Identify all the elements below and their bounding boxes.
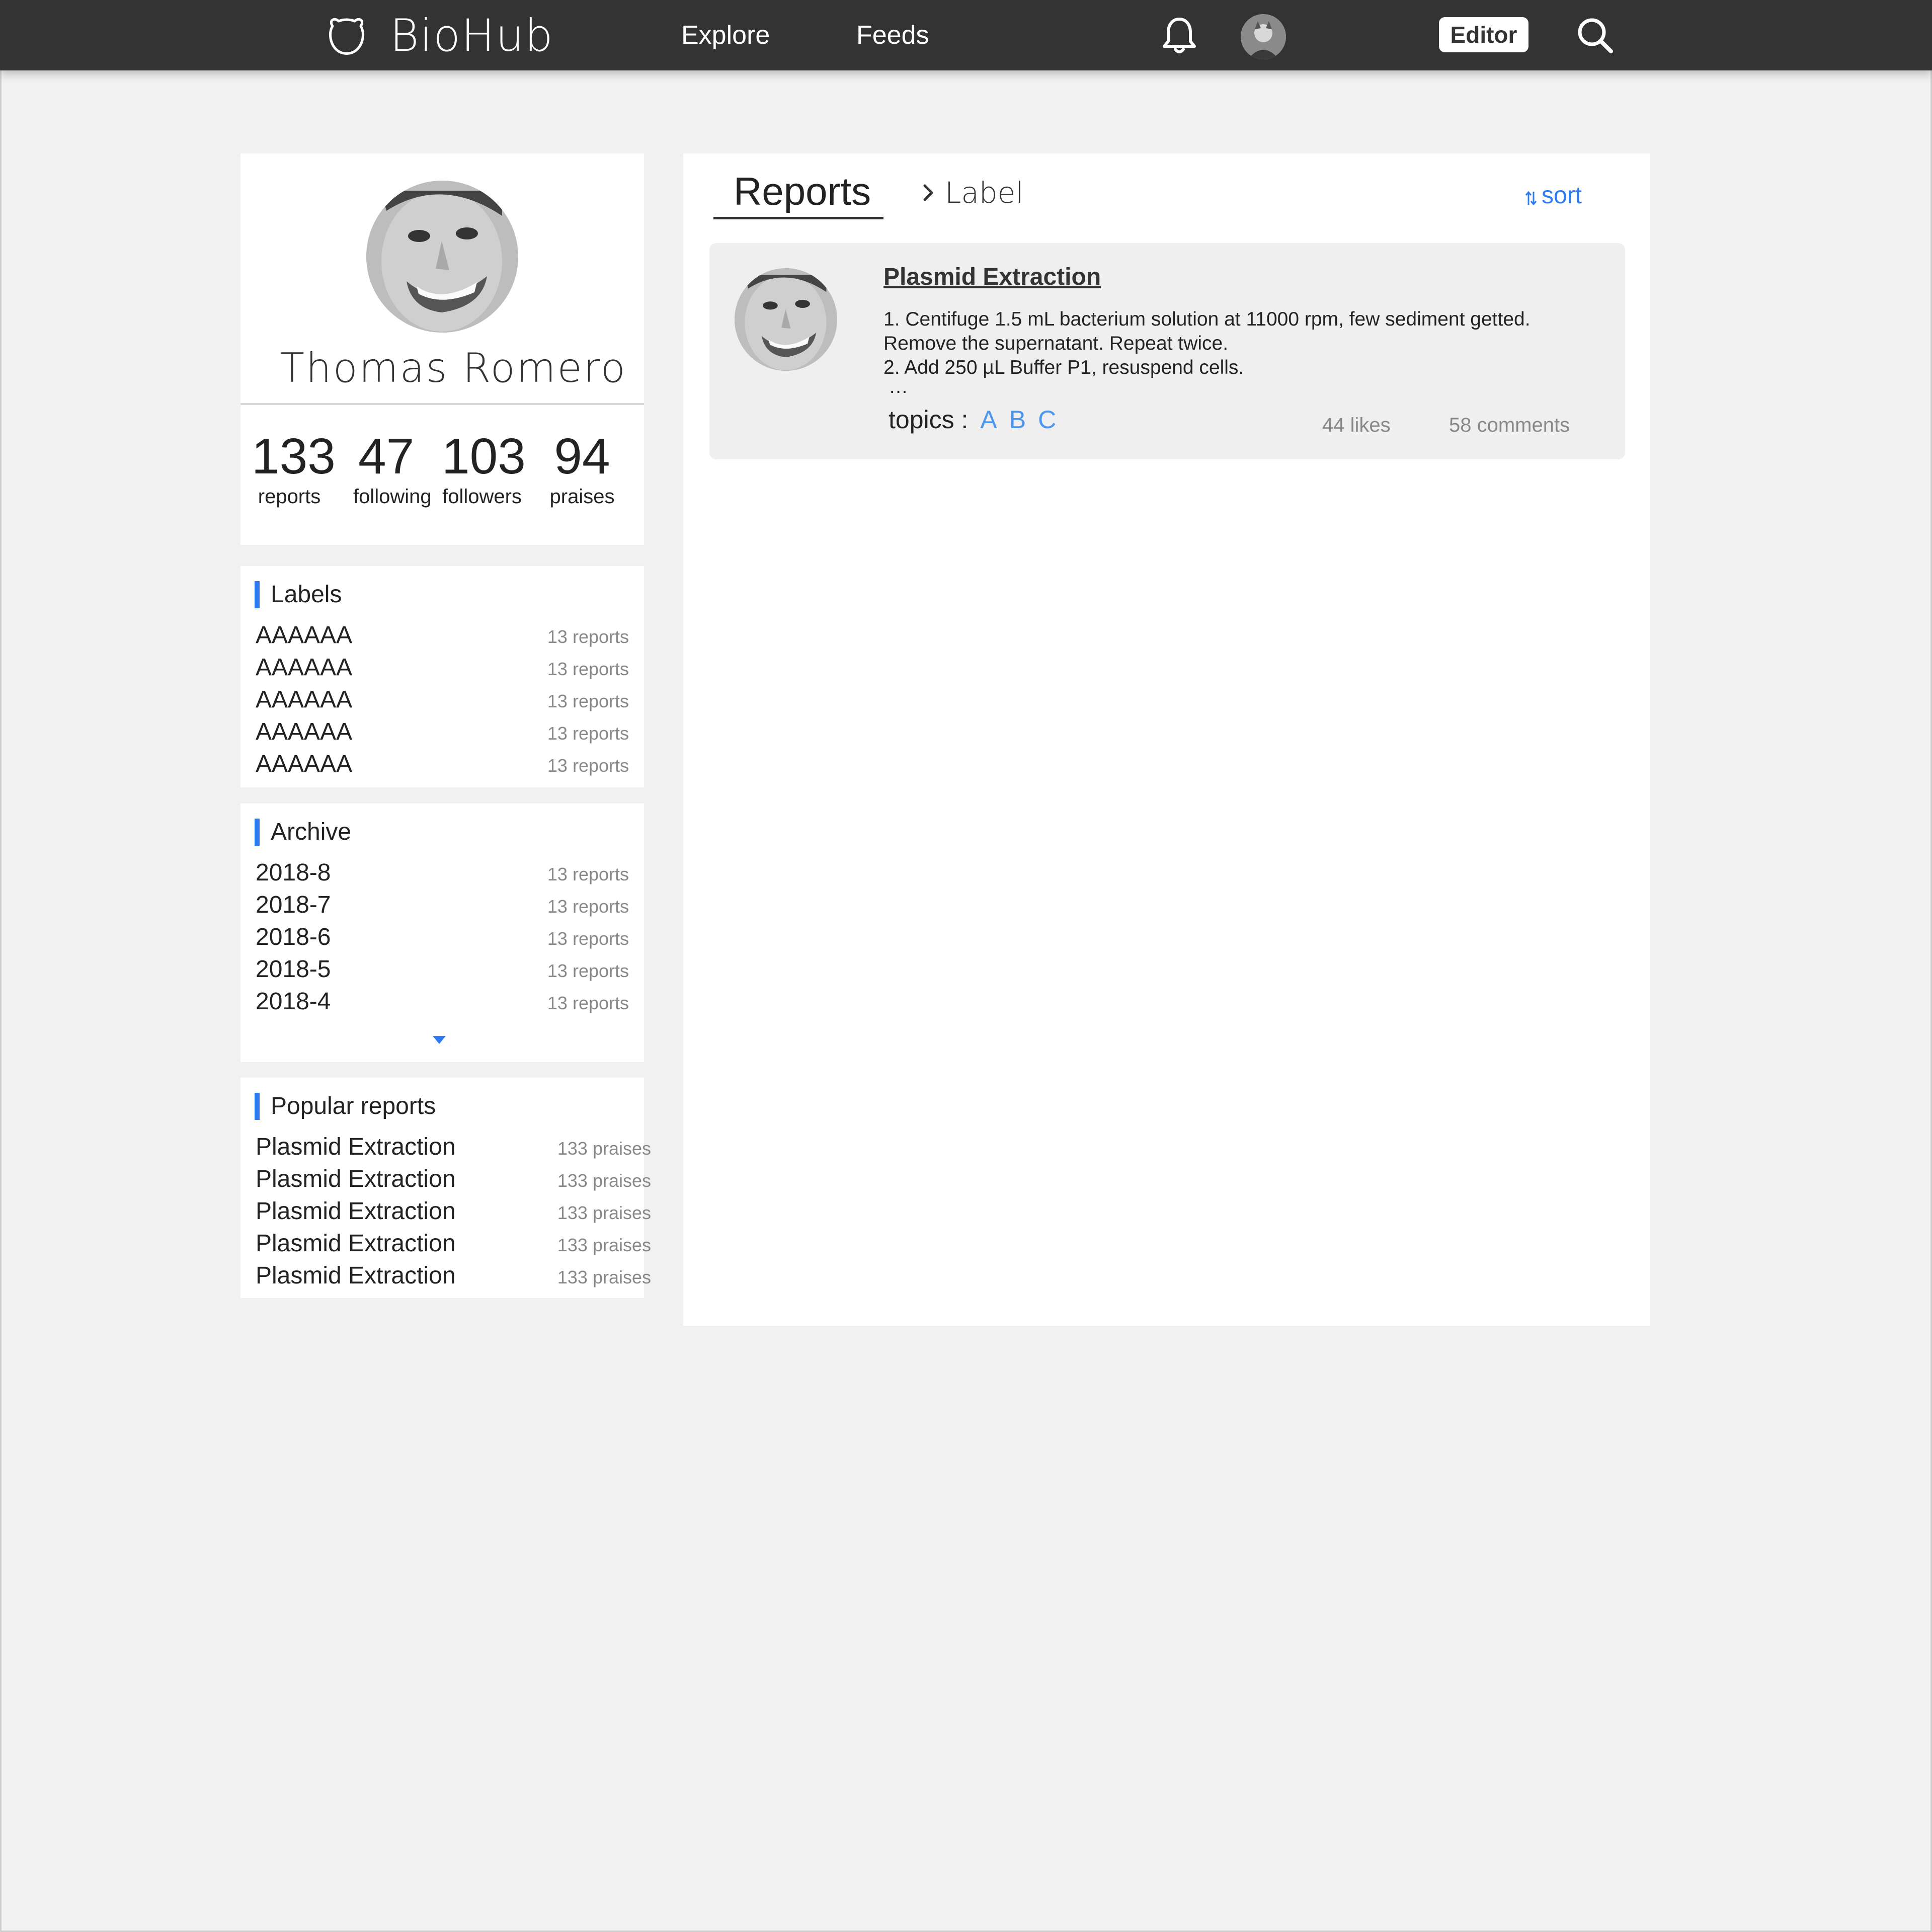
labels-card: Labels AAAAAA 13 reports AAAAAA 13 reports…	[240, 566, 644, 787]
stat-following-value[interactable]: 47	[358, 428, 414, 486]
label-count: 13 reports	[547, 755, 629, 776]
sort-arrows-icon	[1525, 191, 1537, 205]
archive-month: 2018-5	[256, 956, 331, 983]
stat-following-label: following	[353, 486, 432, 508]
label-item[interactable]: AAAAAA 13 reports	[256, 750, 629, 782]
brand-name: BioHub	[390, 9, 554, 61]
archive-item[interactable]: 2018-6 13 reports	[256, 923, 629, 955]
archive-item[interactable]: 2018-4 13 reports	[256, 988, 629, 1020]
stat-reports-label: reports	[258, 486, 321, 508]
user-avatar-image	[1241, 14, 1286, 59]
tab-reports[interactable]: Reports	[734, 169, 871, 214]
nav-explore-link[interactable]: Explore	[681, 17, 770, 53]
label-name: AAAAAA	[256, 751, 353, 777]
profile-avatar[interactable]	[366, 181, 518, 333]
label-count: 13 reports	[547, 659, 629, 679]
report-author-photo	[735, 268, 837, 371]
popular-report-praises: 133 praises	[557, 1267, 651, 1287]
popular-reports-title: Popular reports	[255, 1093, 436, 1120]
report-likes[interactable]: 44 likes	[1322, 414, 1391, 437]
report-item[interactable]: Plasmid Extraction 1. Centifuge 1.5 mL b…	[709, 243, 1625, 459]
labels-title: Labels	[255, 581, 342, 608]
stat-praises-value[interactable]: 94	[549, 428, 615, 486]
label-item[interactable]: AAAAAA 13 reports	[256, 718, 629, 750]
report-author-avatar[interactable]	[735, 268, 837, 371]
popular-report-name: Plasmid Extraction	[256, 1134, 456, 1160]
breadcrumb-label[interactable]: Label	[945, 176, 1023, 210]
archive-month: 2018-7	[256, 892, 331, 918]
label-item[interactable]: AAAAAA 13 reports	[256, 654, 629, 686]
archive-item[interactable]: 2018-5 13 reports	[256, 955, 629, 988]
popular-report-item[interactable]: Plasmid Extraction 133 praises	[256, 1230, 651, 1262]
archive-count: 13 reports	[547, 928, 629, 949]
topic-link[interactable]: A	[980, 405, 997, 434]
archive-card: Archive 2018-8 13 reports 2018-7 13 report…	[240, 803, 644, 1062]
label-count: 13 reports	[547, 723, 629, 744]
popular-report-name: Plasmid Extraction	[256, 1230, 456, 1257]
chevron-down-icon[interactable]	[432, 1034, 447, 1045]
label-name: AAAAAA	[256, 654, 353, 681]
tab-active-underline	[713, 217, 883, 219]
label-name: AAAAAA	[256, 686, 353, 713]
report-title-link[interactable]: Plasmid Extraction	[883, 263, 1101, 291]
archive-month: 2018-4	[256, 988, 331, 1015]
chevron-right-icon	[923, 184, 933, 201]
topic-link[interactable]: B	[1009, 405, 1026, 434]
profile-card: Thomas Romero 133 reports 47 following 1…	[240, 153, 644, 545]
popular-report-praises: 133 praises	[557, 1138, 651, 1159]
bell-icon[interactable]	[1161, 16, 1197, 55]
popular-report-praises: 133 praises	[557, 1235, 651, 1255]
brand-logo[interactable]: BioHub	[325, 9, 554, 61]
stat-followers-label: followers	[442, 486, 522, 508]
label-count: 13 reports	[547, 626, 629, 647]
report-comments[interactable]: 58 comments	[1449, 414, 1570, 437]
report-excerpt-ellipsis: …	[889, 376, 908, 397]
archive-month: 2018-8	[256, 859, 331, 886]
archive-item[interactable]: 2018-7 13 reports	[256, 891, 629, 923]
profile-divider	[240, 403, 644, 405]
stat-praises-label: praises	[549, 486, 615, 508]
popular-report-item[interactable]: Plasmid Extraction 133 praises	[256, 1262, 651, 1294]
topic-link[interactable]: C	[1038, 405, 1056, 434]
label-item[interactable]: AAAAAA 13 reports	[256, 686, 629, 718]
popular-report-item[interactable]: Plasmid Extraction 133 praises	[256, 1197, 651, 1230]
archive-title: Archive	[255, 819, 351, 846]
report-excerpt-line: 1. Centifuge 1.5 mL bacterium solution a…	[883, 308, 1531, 330]
archive-count: 13 reports	[547, 993, 629, 1013]
report-topics: topics : A B C	[889, 405, 1056, 434]
report-excerpt-line: 2. Add 250 µL Buffer P1, resuspend cells…	[883, 357, 1244, 378]
archive-item[interactable]: 2018-8 13 reports	[256, 859, 629, 891]
popular-reports-card: Popular reports Plasmid Extraction 133 pr…	[240, 1078, 651, 1298]
stat-followers-value[interactable]: 103	[442, 428, 526, 486]
sort-label: sort	[1542, 182, 1582, 209]
nav-feeds-link[interactable]: Feeds	[856, 17, 929, 53]
user-avatar[interactable]	[1241, 14, 1286, 59]
popular-report-praises: 133 praises	[557, 1170, 651, 1191]
bear-logo-icon	[329, 18, 364, 55]
archive-month: 2018-6	[256, 924, 331, 950]
popular-report-praises: 133 praises	[557, 1202, 651, 1223]
report-excerpt-line: Remove the supernatant. Repeat twice.	[883, 333, 1229, 354]
reports-panel: Reports Label sort Plasmid Extraction 1.…	[683, 153, 1650, 1326]
profile-photo	[366, 181, 518, 333]
archive-count: 13 reports	[547, 864, 629, 884]
label-name: AAAAAA	[256, 622, 353, 649]
label-name: AAAAAA	[256, 718, 353, 745]
label-item[interactable]: AAAAAA 13 reports	[256, 621, 629, 654]
stat-reports-value[interactable]: 133	[252, 428, 336, 486]
archive-count: 13 reports	[547, 896, 629, 917]
popular-report-item[interactable]: Plasmid Extraction 133 praises	[256, 1133, 651, 1165]
search-icon[interactable]	[1576, 16, 1614, 54]
top-nav: BioHub Explore Feeds Editor	[0, 0, 1932, 70]
label-count: 13 reports	[547, 691, 629, 711]
archive-count: 13 reports	[547, 960, 629, 981]
popular-report-name: Plasmid Extraction	[256, 1166, 456, 1192]
popular-report-item[interactable]: Plasmid Extraction 133 praises	[256, 1165, 651, 1197]
profile-name: Thomas Romero	[280, 345, 627, 391]
topics-label: topics :	[889, 406, 969, 434]
popular-report-name: Plasmid Extraction	[256, 1198, 456, 1225]
sort-button[interactable]: sort	[1524, 182, 1582, 209]
editor-button[interactable]: Editor	[1439, 17, 1528, 52]
popular-report-name: Plasmid Extraction	[256, 1262, 456, 1289]
